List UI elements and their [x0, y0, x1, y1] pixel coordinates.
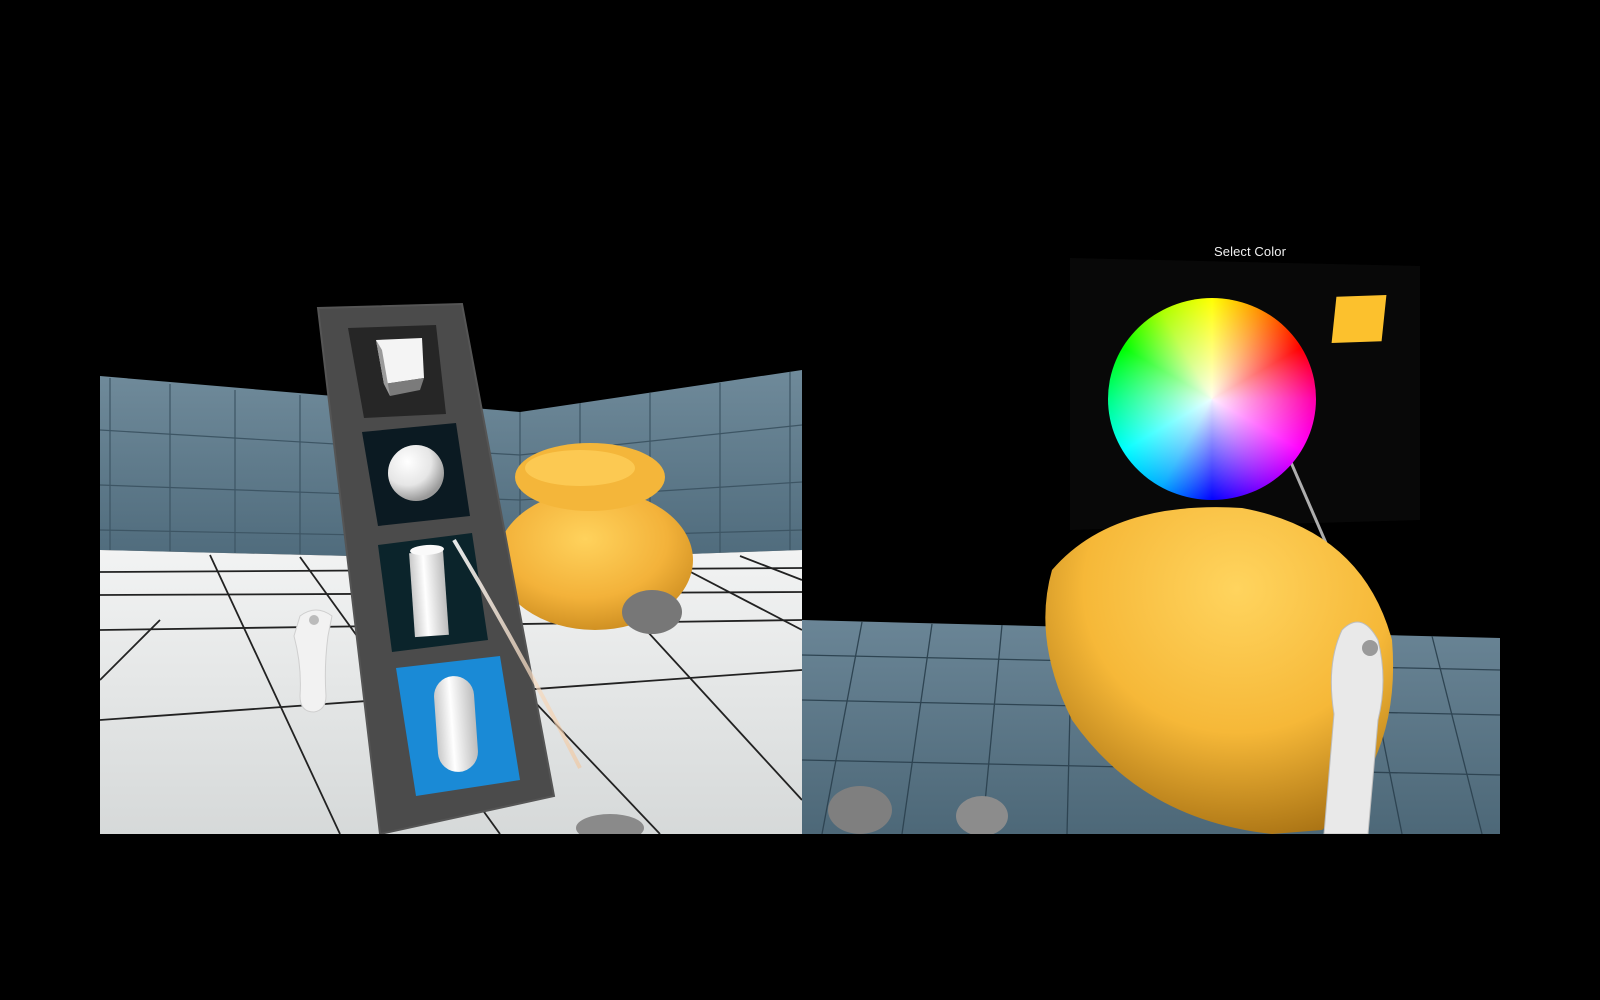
color-wheel[interactable] — [1108, 298, 1316, 500]
left-scene — [100, 302, 802, 834]
sphere-icon — [388, 445, 444, 501]
vr-screenshot: Select Color — [0, 0, 1600, 1000]
hand-bottom-left — [828, 786, 892, 834]
shape-slot-cube[interactable] — [348, 325, 446, 418]
right-scene — [802, 258, 1500, 834]
shape-slot-sphere[interactable] — [362, 423, 470, 526]
shape-slot-cylinder[interactable] — [378, 533, 488, 652]
left-viewport — [100, 200, 802, 834]
selected-color-swatch[interactable] — [1331, 295, 1387, 343]
capsule-icon — [434, 676, 478, 772]
right-viewport — [802, 200, 1500, 834]
hand-stub — [622, 590, 682, 634]
shape-slot-capsule[interactable] — [396, 656, 520, 796]
cylinder-icon — [409, 544, 449, 638]
color-picker-title: Select Color — [1213, 244, 1286, 259]
